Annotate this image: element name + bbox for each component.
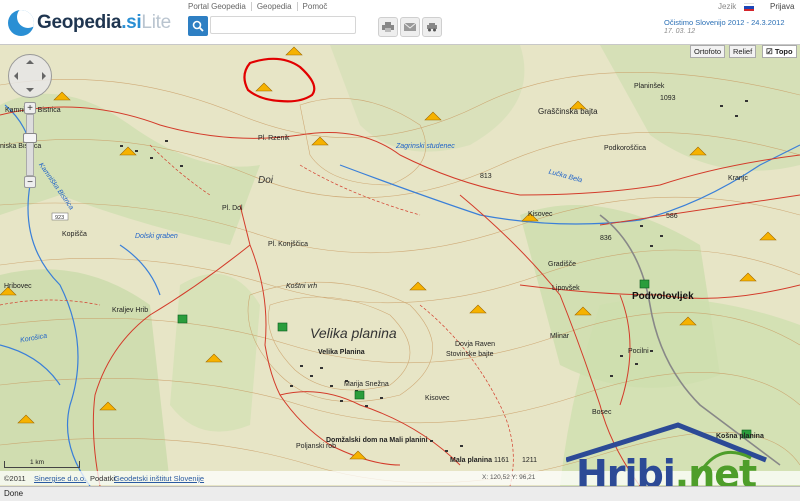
label-pl-rzenik: Pl. Rzenik [258, 135, 290, 142]
print-button[interactable] [378, 17, 398, 37]
elevation-6: 1211 [522, 457, 538, 464]
label-marija-snezna: Marija Snežna [344, 381, 389, 388]
elevation-5: 1161 [494, 457, 510, 464]
label-poljanski-rob: Poljanski rob [296, 443, 337, 450]
zoom-out-button[interactable]: − [24, 176, 36, 188]
label-velika-planina: Velika planina [310, 325, 397, 341]
label-gradisce: Gradišče [548, 261, 577, 268]
label-domzalski-dom: Domžalski dom na Mali planini [326, 437, 428, 444]
zoom-control: + − [23, 102, 37, 188]
search-icon [192, 20, 204, 32]
nav-portal-geopedia[interactable]: Portal Geopedia [188, 2, 251, 11]
mail-icon [404, 22, 416, 31]
label-grascinska-bajta: Graščinska bajta [538, 107, 598, 116]
elevation-3: 836 [600, 235, 612, 242]
label-stovinske-bajte: Stovinske bajte [446, 351, 494, 358]
layer-relief[interactable]: Relief [729, 45, 757, 58]
data-source-link[interactable]: Geodetski inštitut Slovenije [114, 474, 204, 483]
login-link[interactable]: Prijava [770, 2, 794, 11]
scale-label: 1 km [30, 459, 45, 466]
logo-main: Geopedia [37, 12, 122, 33]
label-dovja-raven: Dovja Raven [455, 341, 496, 348]
svg-text:923: 923 [55, 215, 64, 221]
label-kostni-vrh: Koštni vrh [286, 283, 318, 290]
logo-text: Geopedia.siLite [37, 12, 171, 34]
label-podvolovljek: Podvolovljek [632, 291, 694, 302]
event-link[interactable]: Očistimo Slovenijo 2012 - 24.3.2012 [664, 18, 785, 27]
label-kopisca: Kopišča [62, 231, 87, 238]
pan-down-icon[interactable] [26, 88, 34, 96]
label-mlinar: Mlinar [550, 333, 570, 340]
layer-ortofoto[interactable]: Ortofoto [690, 45, 726, 58]
label-lipovsek: Lipovšek [552, 285, 580, 292]
layer-topo-label: Topo [774, 47, 793, 56]
label-mala-planina: Mala planina [450, 457, 493, 464]
event-date: 17. 03. 12 [664, 28, 696, 35]
mail-button[interactable] [400, 17, 420, 37]
label-podkoroskica: Podkoroščica [604, 145, 647, 152]
label-pl-konjscica: Pl. Konjščica [268, 241, 309, 248]
label-zagrinski-studenec: Zagrinski studenec [396, 143, 455, 150]
label-dolski-graben: Dolski graben [135, 233, 178, 240]
zoom-slider-handle[interactable] [23, 133, 37, 143]
label-pl-dol: Pl. Dol [222, 205, 243, 212]
elevation-2: 813 [480, 173, 492, 180]
label-planinsek: Planinšek [634, 83, 665, 90]
copyright-text: ©2011 [4, 474, 26, 483]
car-icon [427, 23, 437, 32]
geopedia-logo-icon [8, 10, 34, 36]
coordinate-readout: X: 120,52 Y: 96,21 [482, 474, 536, 481]
layer-topo[interactable]: ☑ Topo [762, 45, 797, 58]
top-nav: Portal Geopedia Geopedia Pomoč [188, 2, 332, 11]
label-pocilni: Pocilni [628, 348, 649, 355]
company-link[interactable]: Sinergise d.o.o. [34, 474, 86, 483]
label-bosec: Bosec [592, 409, 612, 416]
label-kranjc: Kranjc [728, 175, 748, 182]
search-input[interactable] [210, 16, 356, 34]
elevation-4: 586 [666, 213, 678, 220]
geopedia-logo[interactable]: Geopedia.siLite [8, 10, 171, 36]
label-kisovec-2: Kisovec [425, 395, 450, 402]
pan-left-icon[interactable] [10, 72, 18, 80]
elevation-1: 1093 [660, 95, 676, 102]
status-text: Done [4, 489, 24, 498]
browser-status-bar: Done [0, 486, 800, 501]
zoom-slider[interactable] [23, 114, 37, 176]
label-velika-planina-hut: Velika Planina [318, 349, 365, 356]
slovenian-flag-icon[interactable] [744, 3, 754, 11]
logo-lite: Lite [141, 12, 171, 33]
zoom-in-button[interactable]: + [24, 102, 36, 114]
language-label[interactable]: Jezik [718, 2, 736, 11]
logo-si: .si [121, 12, 142, 33]
pan-control[interactable] [8, 54, 52, 98]
label-kraljev-hrib: Kraljev Hrib [112, 307, 149, 314]
pan-up-icon[interactable] [26, 56, 34, 64]
label-doi: Doi [258, 175, 274, 186]
pan-right-icon[interactable] [42, 72, 50, 80]
nav-help[interactable]: Pomoč [296, 2, 333, 11]
label-kisovec: Kisovec [528, 211, 553, 218]
label-hribovec: Hribovec [4, 283, 32, 290]
app-header: Geopedia.siLite Portal Geopedia Geopedia… [0, 0, 800, 45]
route-button[interactable] [422, 17, 442, 37]
nav-geopedia[interactable]: Geopedia [250, 2, 297, 11]
checkbox-icon: ☑ [766, 47, 773, 56]
print-icon [382, 22, 394, 32]
search-button[interactable] [188, 16, 208, 36]
